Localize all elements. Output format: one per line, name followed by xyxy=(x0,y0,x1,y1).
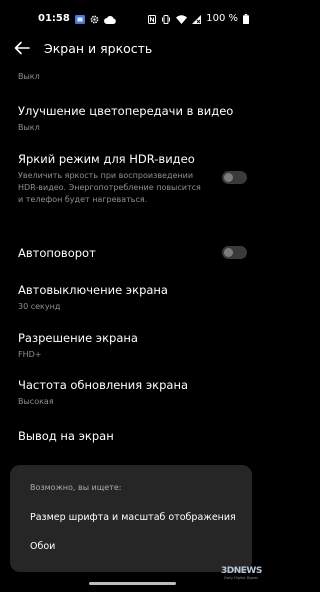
nfc-icon xyxy=(148,9,157,28)
suggestions-card: Возможно, вы ищете: Размер шрифта и масш… xyxy=(10,465,252,572)
suggestion-wallpaper[interactable]: Обои xyxy=(30,541,55,552)
suggestion-font-size[interactable]: Размер шрифта и масштаб отображения xyxy=(30,512,236,523)
arrow-left-icon[interactable] xyxy=(14,40,32,56)
setting-resolution-title: Разрешение экрана xyxy=(18,331,138,345)
page-title: Экран и яркость xyxy=(44,41,153,56)
setting-screen-timeout-title: Автовыключение экрана xyxy=(18,283,168,297)
suggestions-heading: Возможно, вы ищете: xyxy=(30,483,122,492)
setting-autorotate[interactable]: Автоповорот xyxy=(18,246,248,260)
setting-refresh-rate-value: Высокая xyxy=(18,397,54,406)
setting-screen-timeout-value: 30 секунд xyxy=(18,302,61,311)
setting-color-enhance-title: Улучшение цветопередачи в видео xyxy=(18,104,234,118)
toggle-knob xyxy=(224,173,233,182)
setting-resolution[interactable]: Разрешение экрана FHD+ xyxy=(18,331,248,361)
wifi-icon xyxy=(176,9,188,28)
battery-percent: 100 % xyxy=(206,13,238,24)
setting-screen-timeout[interactable]: Автовыключение экрана 30 секунд xyxy=(18,283,248,313)
setting-color-enhance[interactable]: Улучшение цветопередачи в видео Выкл xyxy=(18,104,248,134)
toggle-knob xyxy=(224,248,233,257)
setting-hdr-bright[interactable]: Яркий режим для HDR-видео Увеличить ярко… xyxy=(18,152,208,206)
hdr-bright-toggle[interactable] xyxy=(222,171,247,184)
status-time: 01:58 xyxy=(38,13,70,24)
vibrate-icon xyxy=(161,9,171,28)
setting-refresh-rate-title: Частота обновления экрана xyxy=(18,378,189,392)
watermark-logo: 3DNEWS Daily Digital Digest xyxy=(221,566,262,580)
watermark-subtext: Daily Digital Digest xyxy=(224,576,258,580)
setting-hdr-bright-title: Яркий режим для HDR-видео xyxy=(18,152,195,166)
battery-icon xyxy=(243,9,249,28)
gear-icon xyxy=(90,9,99,28)
app-bar: Экран и яркость xyxy=(0,34,265,64)
setting-partial-value: Выкл xyxy=(18,72,40,81)
setting-resolution-value: FHD+ xyxy=(18,350,42,359)
gesture-nav-handle[interactable] xyxy=(89,582,176,585)
setting-autorotate-title: Автоповорот xyxy=(18,246,96,260)
setting-hdr-bright-desc: Увеличить яркость при воспроизведении HD… xyxy=(18,171,201,204)
setting-partial-item[interactable]: Выкл xyxy=(18,71,248,83)
status-bar: 01:58 100 % xyxy=(0,0,265,32)
signal-icon xyxy=(192,9,202,28)
setting-cast-title: Вывод на экран xyxy=(18,429,114,443)
sim-icon xyxy=(74,9,85,28)
autorotate-toggle[interactable] xyxy=(222,246,247,259)
setting-color-enhance-value: Выкл xyxy=(18,123,40,132)
cloud-icon xyxy=(103,9,116,28)
setting-cast[interactable]: Вывод на экран xyxy=(18,429,248,443)
watermark-text: 3DNEWS xyxy=(221,566,262,576)
setting-refresh-rate[interactable]: Частота обновления экрана Высокая xyxy=(18,378,248,408)
